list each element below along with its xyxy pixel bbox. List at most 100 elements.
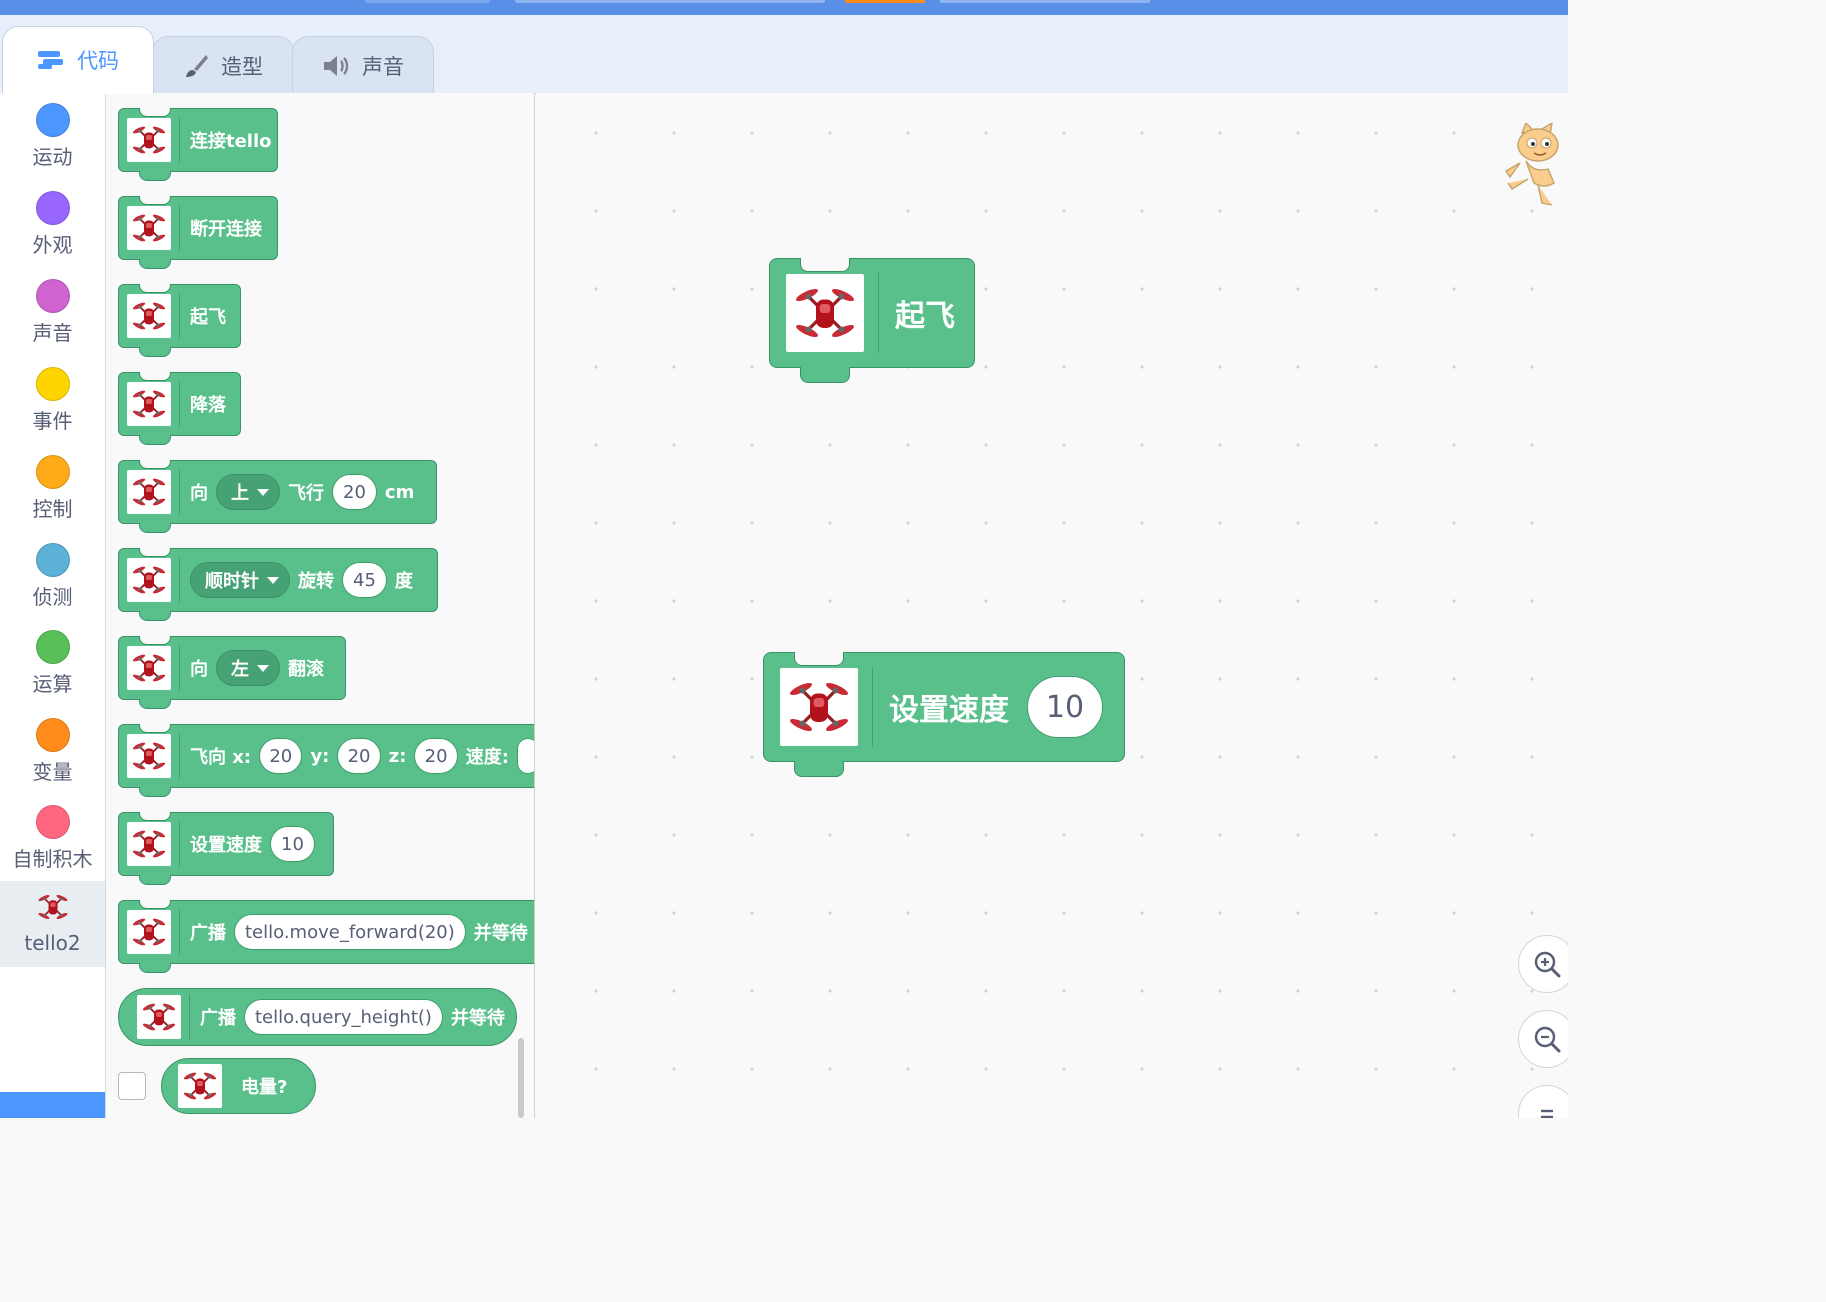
menu-bar-field[interactable] [515, 0, 825, 3]
tab-costumes[interactable]: 造型 [152, 36, 294, 94]
block-broadcast-and-wait[interactable]: 广播 tello.move_forward(20) 并等待 [118, 899, 534, 973]
block-disconnect[interactable]: 断开连接 [118, 195, 278, 269]
block-flip[interactable]: 向 左 翻滚 [118, 635, 346, 709]
rotate-angle-input[interactable]: 45 [342, 562, 387, 598]
block-connect-tello[interactable]: 连接tello [118, 107, 278, 181]
block-notch [139, 195, 171, 205]
block-notch [139, 371, 171, 381]
palette-scrollbar[interactable] [518, 1038, 524, 1118]
block-goto-speed-label: 速度: [465, 747, 509, 768]
zoom-in-button[interactable] [1518, 935, 1568, 993]
category-variables-label: 变量 [32, 760, 73, 784]
category-control-dot [35, 455, 70, 489]
rotate-direction-dropdown[interactable]: 顺时针 [190, 562, 290, 598]
block-land[interactable]: 降落 [118, 371, 241, 445]
tello-drone-icon [127, 118, 171, 162]
workspace-block-takeoff[interactable]: 起飞 [769, 257, 975, 383]
category-operators-label: 运算 [32, 672, 73, 696]
block-rotate-unit: 度 [394, 571, 413, 592]
flip-direction-dropdown[interactable]: 左 [216, 650, 280, 686]
block-separator [179, 293, 180, 339]
category-sound[interactable]: 声音 [0, 269, 105, 355]
block-battery[interactable]: 电量? [161, 1058, 316, 1114]
category-my-blocks[interactable]: 自制积木 [0, 795, 105, 881]
block-separator [179, 645, 180, 691]
category-sound-dot [35, 279, 70, 313]
equals-icon [1541, 1109, 1553, 1118]
block-notch [139, 283, 171, 293]
block-separator [179, 909, 180, 955]
block-move[interactable]: 向 上 飞行 20 cm [118, 459, 437, 533]
block-rotate-mid: 旋转 [298, 571, 334, 592]
block-goto-label: 飞向 x: [190, 747, 252, 768]
category-events[interactable]: 事件 [0, 357, 105, 443]
tab-sounds-label: 声音 [362, 54, 404, 79]
set-speed-input[interactable]: 10 [270, 826, 315, 862]
category-variables[interactable]: 变量 [0, 708, 105, 794]
zoom-in-icon [1534, 951, 1561, 978]
block-broadcast-query-label: 广播 [200, 1008, 236, 1029]
move-direction-dropdown[interactable]: 上 [216, 474, 280, 510]
flip-direction-value: 左 [231, 659, 249, 680]
workspace-set-speed-label: 设置速度 [889, 693, 1009, 728]
category-looks[interactable]: 外观 [0, 181, 105, 267]
category-control[interactable]: 控制 [0, 445, 105, 531]
category-sensing[interactable]: 侦测 [0, 533, 105, 619]
tab-code[interactable]: 代码 [2, 26, 154, 94]
category-looks-dot [35, 191, 70, 225]
block-tab [139, 523, 171, 533]
block-goto[interactable]: 飞向 x: 20 y: 20 z: 20 速度: [118, 723, 534, 797]
broadcast-command-input[interactable]: tello.move_forward(20) [234, 914, 466, 950]
script-workspace[interactable]: 起飞 设置速度 10 [536, 93, 1568, 1118]
category-sensing-label: 侦测 [32, 585, 73, 609]
block-separator [179, 557, 180, 603]
block-notch [139, 107, 171, 117]
tello-drone-icon [127, 206, 171, 250]
battery-monitor-checkbox[interactable] [118, 1072, 146, 1100]
move-distance-input[interactable]: 20 [332, 474, 377, 510]
block-rotate[interactable]: 顺时针 旋转 45 度 [118, 547, 438, 621]
goto-speed-input[interactable] [516, 738, 534, 774]
category-control-label: 控制 [32, 497, 73, 521]
block-separator [179, 733, 180, 779]
block-tab [794, 761, 844, 777]
block-separator [872, 667, 873, 747]
block-takeoff[interactable]: 起飞 [118, 283, 241, 357]
block-tab [139, 435, 171, 445]
menu-bar-control[interactable] [365, 0, 490, 3]
category-menu: 运动 外观 声音 事件 控制 侦测 运算 变量 自制积木 tello2 [0, 93, 106, 1118]
category-sensing-dot [35, 543, 70, 577]
block-broadcast-query[interactable]: 广播 tello.query_height() 并等待 [118, 988, 517, 1046]
workspace-takeoff-label: 起飞 [895, 299, 955, 334]
workspace-set-speed-input[interactable]: 10 [1027, 676, 1103, 738]
zoom-reset-button[interactable] [1518, 1085, 1568, 1118]
tab-sounds[interactable]: 声音 [292, 36, 434, 94]
tello-drone-icon [780, 668, 858, 746]
menu-bar [0, 0, 1568, 15]
category-events-dot [35, 367, 70, 401]
goto-y-input[interactable]: 20 [337, 738, 381, 774]
menu-bar-share-button[interactable] [845, 0, 925, 3]
broadcast-query-input[interactable]: tello.query_height() [244, 999, 443, 1035]
menu-bar-project-link[interactable] [940, 0, 1150, 3]
category-tello2-label: tello2 [24, 931, 81, 955]
block-palette: 连接tello 断开连接 起飞 降落 向 上 飞行 20 cm 顺时针 旋转 4… [106, 93, 535, 1118]
category-sound-label: 声音 [32, 321, 73, 345]
chevron-down-icon [267, 576, 279, 584]
block-separator [179, 117, 180, 163]
goto-x-input[interactable]: 20 [259, 738, 303, 774]
tello-drone-icon [786, 274, 864, 352]
chevron-down-icon [257, 664, 269, 672]
block-separator [179, 205, 180, 251]
category-motion[interactable]: 运动 [0, 93, 105, 179]
zoom-out-button[interactable] [1518, 1010, 1568, 1068]
block-set-speed-label: 设置速度 [190, 835, 262, 856]
workspace-block-set-speed[interactable]: 设置速度 10 [763, 651, 1125, 777]
chevron-down-icon [257, 488, 269, 496]
goto-z-input[interactable]: 20 [414, 738, 458, 774]
block-tab [139, 347, 171, 357]
block-set-speed[interactable]: 设置速度 10 [118, 811, 334, 885]
category-operators[interactable]: 运算 [0, 620, 105, 706]
category-tello2[interactable]: tello2 [0, 881, 105, 967]
zoom-out-icon [1534, 1026, 1561, 1053]
